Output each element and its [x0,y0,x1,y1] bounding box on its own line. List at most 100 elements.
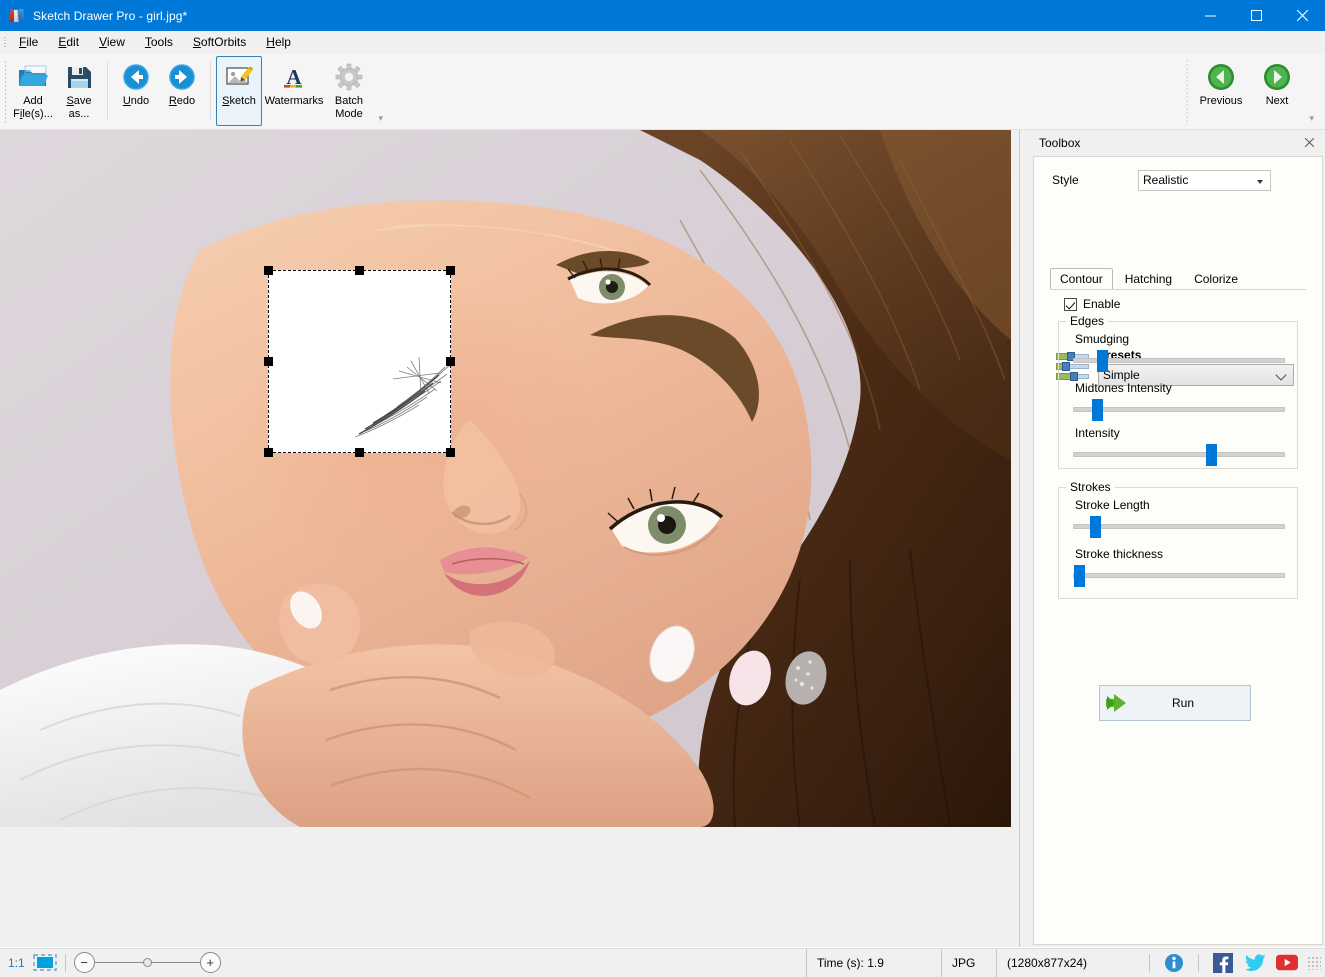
selection-handle-ne[interactable] [446,266,455,275]
previous-button[interactable]: Previous [1193,56,1249,126]
toolbox-tabs: Contour Hatching Colorize [1050,269,1310,290]
selection-handle-nw[interactable] [264,266,273,275]
letter-a-icon: A [281,62,307,92]
batch-mode-button[interactable]: Batch Mode [326,56,372,126]
menu-item-tools[interactable]: Tools [135,32,183,53]
tab-contour-label: Contour [1060,272,1103,286]
nav-group-grip[interactable] [1185,59,1189,125]
toolbar-expander-icon[interactable]: ▾ [378,113,383,124]
toolbox-title: Toolbox [1039,136,1080,150]
open-folder-icon [18,62,48,92]
maximize-button[interactable] [1233,0,1279,31]
toolbar-grip-handle[interactable] [4,60,7,124]
watermarks-button[interactable]: A Watermarks [262,56,326,126]
watermarks-label: Watermarks [265,95,324,107]
style-dropdown[interactable]: Realistic [1138,170,1271,191]
window-controls [1187,0,1325,31]
photo-girl-jpg [0,130,1011,827]
menu-item-file[interactable]: File [9,32,48,53]
zoom-out-button[interactable]: − [74,952,95,973]
info-icon[interactable] [1163,952,1185,974]
slider-thumb-smudging[interactable] [1097,350,1108,372]
nav-expander-icon[interactable]: ▾ [1309,113,1314,124]
slider-track-midtones-intensity[interactable] [1073,407,1285,412]
undo-button[interactable]: Undo [113,56,159,126]
redo-label: Redo [169,95,195,107]
status-time: Time (s): 1.9 [806,949,941,977]
zoom-ratio-label: 1:1 [8,956,25,970]
style-row: Style Realistic [1052,169,1312,191]
toolbar-group-file: Add File(s)... Save as... [10,56,386,126]
status-social-icons [1158,949,1325,977]
menu-item-help[interactable]: Help [256,32,301,53]
save-as-label-1: Save [66,95,91,107]
enable-checkbox-row[interactable]: Enable [1064,297,1120,311]
group-strokes: Strokes Stroke Length Stroke thickness [1058,487,1298,599]
enable-checkbox[interactable] [1064,298,1077,311]
tab-colorize[interactable]: Colorize [1184,268,1248,290]
slider-track-stroke-thickness[interactable] [1073,573,1285,578]
slider-label-smudging: Smudging [1075,332,1129,346]
status-divider-1 [65,954,66,972]
selection-handle-w[interactable] [264,357,273,366]
selection-rectangle[interactable] [268,270,451,453]
slider-label-stroke-length: Stroke Length [1075,498,1150,512]
chevron-down-icon [1257,180,1263,184]
selection-handle-se[interactable] [446,448,455,457]
redo-button[interactable]: Redo [159,56,205,126]
twitter-icon[interactable] [1244,952,1266,974]
facebook-icon[interactable] [1212,952,1234,974]
tab-contour[interactable]: Contour [1050,268,1113,290]
selection-handle-sw[interactable] [264,448,273,457]
group-edges-legend: Edges [1066,314,1108,328]
status-dimensions: (1280x877x24) [996,949,1141,977]
zoom-track-right [152,962,200,963]
selection-handle-e[interactable] [446,357,455,366]
close-button[interactable] [1279,0,1325,31]
undo-arrow-icon [122,62,150,92]
add-files-button[interactable]: Add File(s)... [10,56,56,126]
slider-thumb-stroke-thickness[interactable] [1074,565,1085,587]
slider-track-smudging[interactable] [1073,358,1285,363]
menu-item-softorbits[interactable]: SoftOrbits [183,32,256,53]
zoom-slider[interactable]: − + [74,952,221,973]
youtube-icon[interactable] [1276,952,1298,974]
slider-thumb-stroke-length[interactable] [1090,516,1101,538]
slider-track-stroke-length[interactable] [1073,524,1285,529]
toolbar: Add File(s)... Save as... [0,54,1325,130]
menu-item-edit[interactable]: Edit [48,32,89,53]
undo-label: Undo [123,95,149,107]
selection-handle-s[interactable] [355,448,364,457]
fit-to-screen-icon[interactable] [33,954,57,971]
next-button[interactable]: Next [1249,56,1305,126]
run-button[interactable]: Run [1099,685,1251,721]
sketch-pencil-icon [224,62,254,92]
zoom-slider-knob[interactable] [143,958,152,967]
sketch-label: Sketch [222,95,256,107]
green-arrow-icon [1100,692,1138,714]
sketch-button[interactable]: Sketch [216,56,262,126]
zoom-in-button[interactable]: + [200,952,221,973]
previous-circle-icon [1206,62,1236,92]
toolbar-group-navigation: Previous Next ▾ [1185,56,1317,126]
slider-thumb-midtones-intensity[interactable] [1092,399,1103,421]
save-as-button[interactable]: Save as... [56,56,102,126]
application-window: Sketch Drawer Pro - girl.jpg* File Edit … [0,0,1325,976]
panel-splitter[interactable] [1019,130,1020,947]
title-bar: Sketch Drawer Pro - girl.jpg* [0,0,1325,31]
floppy-disk-icon [66,62,93,92]
selection-handle-n[interactable] [355,266,364,275]
menu-item-file-label: ile [26,35,38,49]
slider-thumb-intensity[interactable] [1206,444,1217,466]
slider-track-intensity[interactable] [1073,452,1285,457]
menu-item-view[interactable]: View [89,32,135,53]
tab-hatching[interactable]: Hatching [1115,268,1182,290]
minimize-button[interactable] [1187,0,1233,31]
image-canvas[interactable] [0,130,1011,827]
toolbar-separator-2 [210,62,211,120]
toolbox-close-icon[interactable] [1301,134,1317,150]
status-format: JPG [941,949,996,977]
tabs-underline [1050,289,1306,290]
menu-grip-handle[interactable] [0,31,9,54]
resize-grip-icon[interactable] [1307,956,1321,970]
